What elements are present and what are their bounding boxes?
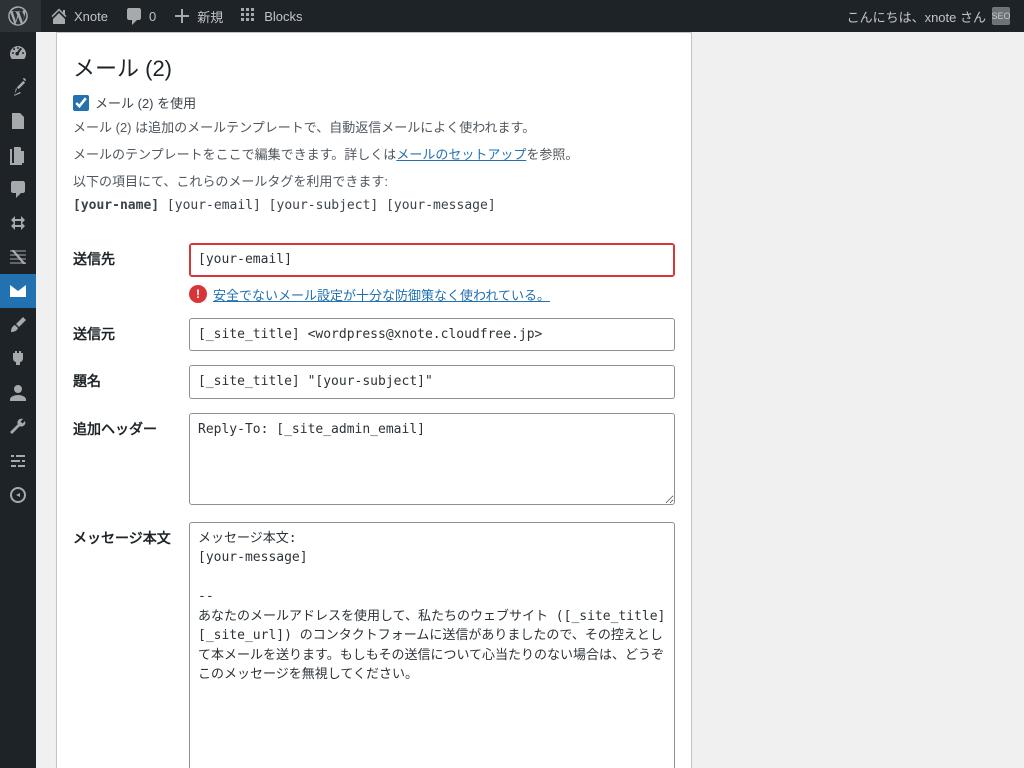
textarea-body[interactable] [189, 522, 675, 768]
avatar: SEO [992, 7, 1010, 25]
plus-icon [172, 6, 192, 26]
error-icon: ! [189, 285, 207, 303]
plug-icon [8, 349, 28, 369]
comments-link[interactable]: 0 [116, 0, 164, 32]
wordpress-logo-icon [8, 6, 28, 26]
wrench-icon [8, 417, 28, 437]
admin-sidebar [0, 32, 36, 768]
home-icon [49, 6, 69, 26]
menu-plugins[interactable] [0, 342, 36, 376]
media-icon [8, 111, 28, 131]
new-content-label: 新規 [197, 7, 223, 26]
label-body: メッセージ本文 [73, 522, 189, 548]
section-title: メール (2) [73, 51, 675, 83]
mail-icon [8, 281, 28, 301]
menu-posts[interactable] [0, 70, 36, 104]
circle-icon [8, 485, 28, 505]
site-name-link[interactable]: Xnote [41, 0, 116, 32]
row-from: 送信元 [73, 304, 675, 352]
mail2-panel: メール (2) メール (2) を使用 メール (2) は追加のメールテンプレー… [56, 32, 692, 768]
greeting-text: こんにちは、xnote さん [847, 7, 986, 26]
blocks-icon [239, 6, 259, 26]
menu-comments[interactable] [0, 172, 36, 206]
pages-icon [8, 145, 28, 165]
menu-pages[interactable] [0, 138, 36, 172]
use-mail2-text: メール (2) を使用 [95, 93, 196, 112]
to-config-error: ! 安全でないメール設定が十分な防御策なく使われている。 [189, 285, 675, 304]
mailtag-your-name[interactable]: [your-name] [73, 198, 159, 213]
menu-media[interactable] [0, 104, 36, 138]
menu-users[interactable] [0, 376, 36, 410]
comments-icon [8, 179, 28, 199]
menu-tools[interactable] [0, 410, 36, 444]
row-to: 送信先 ! 安全でないメール設定が十分な防御策なく使われている。 [73, 229, 675, 304]
row-subject: 題名 [73, 351, 675, 399]
blocks-label: Blocks [264, 9, 302, 24]
menu-genesis[interactable] [0, 206, 36, 240]
input-from[interactable] [189, 318, 675, 352]
template-desc: メールのテンプレートをここで編集できます。詳しくはメールのセットアップを参照。 [73, 145, 675, 166]
dashboard-icon [8, 43, 28, 63]
row-body: メッセージ本文 [73, 508, 675, 768]
main-content: メール (2) メール (2) を使用 メール (2) は追加のメールテンプレー… [36, 0, 1024, 768]
user-icon [8, 383, 28, 403]
sliders-icon [8, 451, 28, 471]
comment-icon [124, 6, 144, 26]
input-to[interactable] [189, 243, 675, 277]
use-mail2-label[interactable]: メール (2) を使用 [73, 93, 675, 112]
label-subject: 題名 [73, 365, 189, 391]
wp-logo-menu[interactable] [0, 0, 41, 32]
new-content-link[interactable]: 新規 [164, 0, 231, 32]
menu-blocks[interactable] [0, 240, 36, 274]
row-headers: 追加ヘッダー [73, 399, 675, 508]
comments-count: 0 [149, 9, 156, 24]
to-error-link[interactable]: 安全でないメール設定が十分な防御策なく使われている。 [213, 285, 550, 304]
pin-icon [8, 77, 28, 97]
blocks-link[interactable]: Blocks [231, 0, 310, 32]
account-link[interactable]: こんにちは、xnote さん SEO [839, 0, 1018, 32]
site-name-text: Xnote [74, 9, 108, 24]
mailtags-list: [your-name] [your-email] [your-subject] … [73, 198, 675, 213]
menu-contact[interactable] [0, 274, 36, 308]
label-from: 送信元 [73, 318, 189, 344]
block-stripes-icon [8, 247, 28, 267]
mailtags-desc: 以下の項目にて、これらのメールタグを利用できます: [73, 172, 675, 193]
textarea-headers[interactable] [189, 413, 675, 505]
menu-settings[interactable] [0, 444, 36, 478]
arrows-icon [8, 213, 28, 233]
label-headers: 追加ヘッダー [73, 413, 189, 439]
admin-toolbar: Xnote 0 新規 Blocks こんにちは、xnote さん SEO [0, 0, 1024, 32]
label-to: 送信先 [73, 243, 189, 269]
use-mail2-checkbox[interactable] [73, 95, 89, 111]
brush-icon [8, 315, 28, 335]
menu-dashboard[interactable] [0, 36, 36, 70]
menu-seo[interactable] [0, 478, 36, 512]
input-subject[interactable] [189, 365, 675, 399]
menu-appearance[interactable] [0, 308, 36, 342]
mailtags-rest[interactable]: [your-email] [your-subject] [your-messag… [167, 198, 496, 213]
mail-setup-link[interactable]: メールのセットアップ [396, 147, 526, 162]
mail2-desc: メール (2) は追加のメールテンプレートで、自動返信メールによく使われます。 [73, 118, 675, 139]
